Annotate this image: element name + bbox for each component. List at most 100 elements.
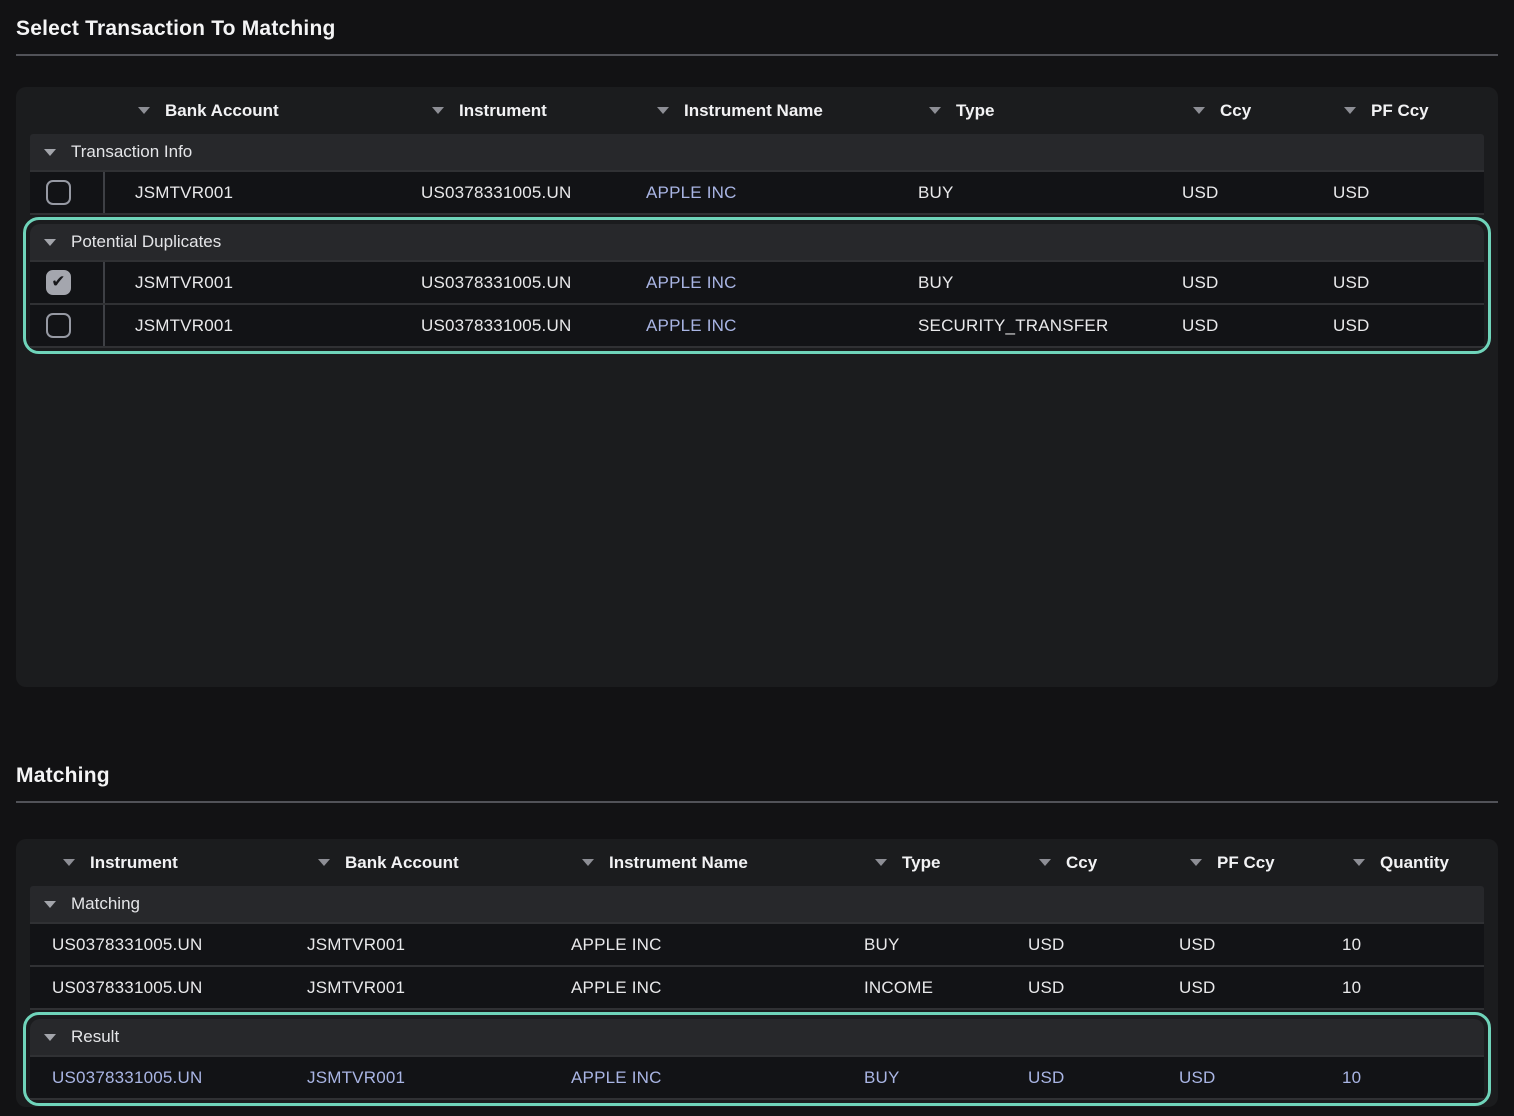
column-header-instrument[interactable]: Instrument (30, 853, 285, 873)
cell-ccy: USD (1006, 978, 1157, 998)
column-menu-arrow-icon[interactable] (138, 107, 150, 114)
cell-pf-ccy: USD (1311, 183, 1484, 203)
column-menu-arrow-icon[interactable] (63, 859, 75, 866)
cell-type: INCOME (842, 978, 1006, 998)
collapse-arrow-icon[interactable] (44, 1034, 56, 1041)
cell-bank-account: JSMTVR001 (285, 1068, 549, 1088)
checkbox-cell (30, 262, 105, 303)
column-header-label: PF Ccy (1371, 101, 1429, 121)
cell-pf-ccy: USD (1157, 1068, 1320, 1088)
cell-pf-ccy: USD (1157, 935, 1320, 955)
group-header-transaction-info[interactable]: Transaction Info (30, 134, 1484, 172)
column-header-instrument[interactable]: Instrument (399, 101, 624, 121)
column-menu-arrow-icon[interactable] (875, 859, 887, 866)
row-checkbox[interactable] (46, 270, 71, 295)
column-menu-arrow-icon[interactable] (1344, 107, 1356, 114)
cell-instrument: US0378331005.UN (399, 316, 624, 336)
column-menu-arrow-icon[interactable] (657, 107, 669, 114)
column-header-label: Ccy (1066, 853, 1097, 873)
column-header-label: Bank Account (165, 101, 279, 121)
cell-bank-account: JSMTVR001 (105, 183, 399, 203)
group-transaction-info: Transaction Info JSMTVR001 US0378331005.… (30, 134, 1484, 215)
column-header-label: Instrument (459, 101, 547, 121)
row-checkbox[interactable] (46, 180, 71, 205)
cell-pf-ccy: USD (1311, 316, 1484, 336)
column-menu-arrow-icon[interactable] (1039, 859, 1051, 866)
collapse-arrow-icon[interactable] (44, 149, 56, 156)
cell-instrument-name: APPLE INC (624, 273, 896, 293)
column-menu-arrow-icon[interactable] (318, 859, 330, 866)
table-row: US0378331005.UN JSMTVR001 APPLE INC BUY … (30, 924, 1484, 967)
column-header-bank-account[interactable]: Bank Account (105, 101, 399, 121)
cell-pf-ccy: USD (1157, 978, 1320, 998)
column-header-quantity[interactable]: Quantity (1320, 853, 1484, 873)
column-header-instrument-name[interactable]: Instrument Name (549, 853, 842, 873)
cell-type: BUY (896, 183, 1160, 203)
cell-ccy: USD (1160, 316, 1311, 336)
cell-instrument-name: APPLE INC (624, 183, 896, 203)
group-header-potential-duplicates[interactable]: Potential Duplicates (30, 224, 1484, 262)
column-menu-arrow-icon[interactable] (582, 859, 594, 866)
cell-instrument: US0378331005.UN (30, 935, 285, 955)
column-header-label: Instrument Name (609, 853, 748, 873)
cell-instrument-name: APPLE INC (624, 316, 896, 336)
cell-bank-account: JSMTVR001 (285, 935, 549, 955)
column-menu-arrow-icon[interactable] (1353, 859, 1365, 866)
column-header-ccy[interactable]: Ccy (1006, 853, 1157, 873)
column-menu-arrow-icon[interactable] (1190, 859, 1202, 866)
cell-bank-account: JSMTVR001 (105, 273, 399, 293)
cell-type: SECURITY_TRANSFER (896, 316, 1160, 336)
row-checkbox[interactable] (46, 313, 71, 338)
column-header-label: Instrument (90, 853, 178, 873)
page: Select Transaction To Matching Bank Acco… (0, 0, 1514, 1107)
cell-instrument-name: APPLE INC (549, 978, 842, 998)
collapse-arrow-icon[interactable] (44, 901, 56, 908)
group-header-matching[interactable]: Matching (30, 886, 1484, 924)
cell-ccy: USD (1006, 1068, 1157, 1088)
cell-bank-account: JSMTVR001 (285, 978, 549, 998)
matching-section: Matching (16, 747, 1498, 803)
cell-type: BUY (896, 273, 1160, 293)
cell-bank-account: JSMTVR001 (105, 316, 399, 336)
column-header-bank-account[interactable]: Bank Account (285, 853, 549, 873)
column-menu-arrow-icon[interactable] (929, 107, 941, 114)
cell-instrument-name: APPLE INC (549, 935, 842, 955)
column-header-label: Type (956, 101, 994, 121)
column-header-label: Quantity (1380, 853, 1449, 873)
column-header-type[interactable]: Type (842, 853, 1006, 873)
section-divider (16, 54, 1498, 56)
matching-table-header: Instrument Bank Account Instrument Name … (30, 839, 1484, 886)
select-section-title: Select Transaction To Matching (16, 0, 1498, 54)
column-header-instrument-name[interactable]: Instrument Name (624, 101, 896, 121)
cell-quantity: 10 (1320, 978, 1484, 998)
matching-section-title: Matching (16, 747, 1498, 801)
table-row: JSMTVR001 US0378331005.UN APPLE INC BUY … (30, 172, 1484, 215)
group-header-result[interactable]: Result (30, 1019, 1484, 1057)
column-header-pf-ccy[interactable]: PF Ccy (1157, 853, 1320, 873)
cell-quantity: 10 (1320, 1068, 1484, 1088)
column-menu-arrow-icon[interactable] (432, 107, 444, 114)
column-header-label: Instrument Name (684, 101, 823, 121)
column-header-ccy[interactable]: Ccy (1160, 101, 1311, 121)
column-header-pf-ccy[interactable]: PF Ccy (1311, 101, 1484, 121)
column-header-label: Bank Account (345, 853, 459, 873)
column-header-type[interactable]: Type (896, 101, 1160, 121)
cell-type: BUY (842, 1068, 1006, 1088)
collapse-arrow-icon[interactable] (44, 239, 56, 246)
transactions-table-header: Bank Account Instrument Instrument Name … (30, 87, 1484, 134)
cell-instrument: US0378331005.UN (399, 273, 624, 293)
cell-quantity: 10 (1320, 935, 1484, 955)
cell-type: BUY (842, 935, 1006, 955)
result-row: US0378331005.UN JSMTVR001 APPLE INC BUY … (30, 1057, 1484, 1100)
table-row: JSMTVR001 US0378331005.UN APPLE INC SECU… (30, 305, 1484, 348)
transactions-table: Bank Account Instrument Instrument Name … (16, 87, 1498, 687)
cell-ccy: USD (1160, 273, 1311, 293)
group-label: Transaction Info (71, 142, 192, 162)
column-menu-arrow-icon[interactable] (1193, 107, 1205, 114)
group-label: Matching (71, 894, 140, 914)
cell-ccy: USD (1160, 183, 1311, 203)
cell-instrument: US0378331005.UN (30, 1068, 285, 1088)
cell-ccy: USD (1006, 935, 1157, 955)
group-label: Result (71, 1027, 119, 1047)
cell-instrument: US0378331005.UN (30, 978, 285, 998)
